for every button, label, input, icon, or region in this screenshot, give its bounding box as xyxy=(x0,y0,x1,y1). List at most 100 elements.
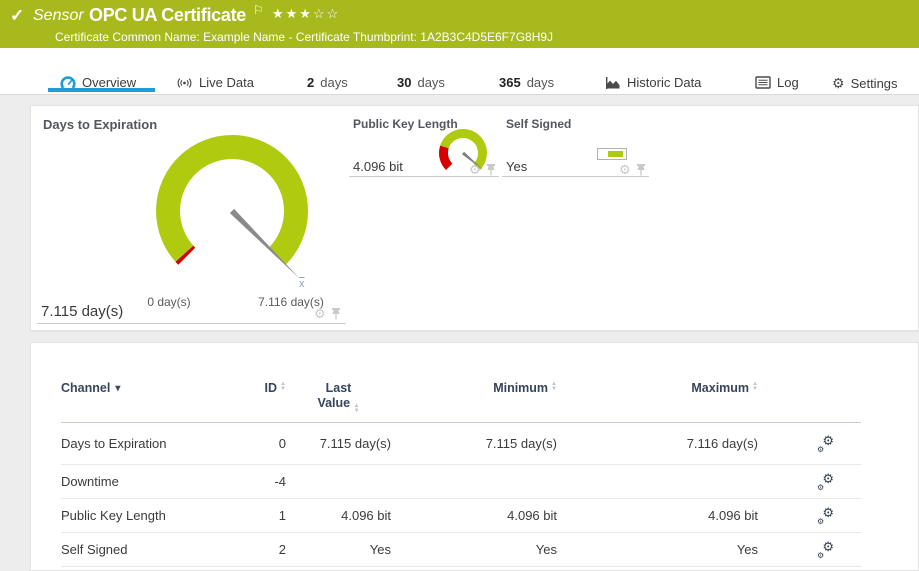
channel-maximum: 4.096 bit xyxy=(557,508,758,523)
table-header-row: Channel ▾ ID ▲▼ Last Value ▲▼ Minimum ▲▼… xyxy=(61,381,861,423)
pin-icon[interactable] xyxy=(486,163,496,176)
sensor-title: OPC UA Certificate xyxy=(89,5,246,26)
broadcast-icon xyxy=(176,76,193,90)
col-header-label: Last Value xyxy=(317,381,351,410)
pin-icon[interactable] xyxy=(636,163,646,176)
days-to-expiration-gauge xyxy=(149,128,315,298)
sort-icon: ▲▼ xyxy=(354,404,360,414)
gauge-value-days-to-expiration: 7.115 day(s) xyxy=(41,303,123,320)
tab-days-number: 365 xyxy=(499,75,521,90)
col-header-id[interactable]: ID ▲▼ xyxy=(226,381,286,395)
channel-name[interactable]: Self Signed xyxy=(61,542,226,557)
gauge-divider xyxy=(502,176,649,177)
channel-settings-icon[interactable]: ⚙⚙ xyxy=(817,508,834,524)
sensor-subtitle: Certificate Common Name: Example Name - … xyxy=(55,30,553,44)
channel-id: 0 xyxy=(226,436,286,451)
channel-id: 1 xyxy=(226,508,286,523)
gear-icon[interactable]: ⚙ xyxy=(314,308,326,320)
channel-last-value: 4.096 bit xyxy=(286,508,391,523)
log-list-icon xyxy=(755,76,771,89)
tab-days-number: 30 xyxy=(397,75,411,90)
gauge-divider xyxy=(37,323,346,324)
priority-stars[interactable]: ★★★☆☆ xyxy=(272,6,340,22)
channels-table: Channel ▾ ID ▲▼ Last Value ▲▼ Minimum ▲▼… xyxy=(61,381,861,567)
channel-last-value: Yes xyxy=(286,542,391,557)
tab-label: Live Data xyxy=(199,75,254,90)
gauge-footer-icons: ⚙ xyxy=(619,163,646,176)
status-ok-check-icon: ✓ xyxy=(10,6,24,26)
col-header-channel[interactable]: Channel ▾ xyxy=(61,381,226,395)
gear-icon[interactable]: ⚙ xyxy=(469,164,481,176)
sort-icon: ▲▼ xyxy=(752,382,758,392)
col-header-label: Maximum xyxy=(691,381,749,395)
gauge-value-public-key-length: 4.096 bit xyxy=(353,159,403,174)
channel-maximum: Yes xyxy=(557,542,758,557)
thumbprint-value: 1A2B3C4D5E6F7G8H9J xyxy=(420,30,553,44)
indicator-fill xyxy=(608,151,623,157)
gauge-title-self-signed: Self Signed xyxy=(506,117,571,131)
col-header-maximum[interactable]: Maximum ▲▼ xyxy=(557,381,758,395)
tab-days-unit: days xyxy=(320,75,347,90)
channel-name[interactable]: Days to Expiration xyxy=(61,436,226,451)
tab-historic-data[interactable]: Historic Data xyxy=(605,75,701,90)
channel-maximum: 7.116 day(s) xyxy=(557,436,758,451)
col-header-label: ID xyxy=(265,381,278,395)
tab-log[interactable]: Log xyxy=(755,75,799,90)
gear-icon: ⚙ xyxy=(832,75,845,92)
channel-minimum: 4.096 bit xyxy=(391,508,557,523)
gauge-footer-icons: ⚙ xyxy=(469,163,496,176)
col-header-last-value[interactable]: Last Value ▲▼ xyxy=(286,381,391,414)
gauge-scale-min: 0 day(s) xyxy=(124,295,214,309)
table-row[interactable]: Self Signed 2 Yes Yes Yes ⚙⚙ xyxy=(61,533,861,567)
tab-settings[interactable]: ⚙ Settings xyxy=(832,75,898,92)
table-row[interactable]: Downtime -4 ⚙⚙ xyxy=(61,465,861,499)
common-name-value: Example Name xyxy=(203,30,285,44)
gauge-divider xyxy=(349,176,499,177)
tab-2-days[interactable]: 2 days xyxy=(307,75,348,90)
tab-label: Historic Data xyxy=(627,75,701,90)
active-tab-indicator xyxy=(48,88,155,92)
channel-settings-icon[interactable]: ⚙⚙ xyxy=(817,436,834,452)
tab-365-days[interactable]: 365 days xyxy=(499,75,554,90)
channel-settings-icon[interactable]: ⚙⚙ xyxy=(817,542,834,558)
overview-gauges-panel: Days to Expiration 0 day(s) 7.116 day(s)… xyxy=(30,105,919,331)
area-chart-icon xyxy=(605,76,621,90)
sort-caret-icon: ▾ xyxy=(115,383,120,394)
channel-id: -4 xyxy=(226,474,286,489)
self-signed-indicator xyxy=(597,148,627,160)
sensor-header: ✓ Sensor OPC UA Certificate ⚐ ★★★☆☆ Cert… xyxy=(0,0,919,48)
tab-30-days[interactable]: 30 days xyxy=(397,75,445,90)
table-row[interactable]: Days to Expiration 0 7.115 day(s) 7.115 … xyxy=(61,423,861,465)
tab-days-number: 2 xyxy=(307,75,314,90)
channel-name[interactable]: Downtime xyxy=(61,474,226,489)
channel-name[interactable]: Public Key Length xyxy=(61,508,226,523)
channel-settings-icon[interactable]: ⚙⚙ xyxy=(817,474,834,490)
channel-last-value: 7.115 day(s) xyxy=(286,436,391,451)
table-row[interactable]: Public Key Length 1 4.096 bit 4.096 bit … xyxy=(61,499,861,533)
common-name-label: Certificate Common Name: xyxy=(55,30,200,44)
prtg-sensor-page: ✓ Sensor OPC UA Certificate ⚐ ★★★☆☆ Cert… xyxy=(0,0,919,571)
col-header-label: Channel xyxy=(61,381,110,395)
tab-live-data[interactable]: Live Data xyxy=(176,75,254,90)
tab-label: Settings xyxy=(851,76,898,91)
gauge-title-days-to-expiration: Days to Expiration xyxy=(43,117,157,132)
object-kind-label: Sensor xyxy=(33,7,84,25)
channels-panel: Channel ▾ ID ▲▼ Last Value ▲▼ Minimum ▲▼… xyxy=(30,342,919,571)
flag-icon[interactable]: ⚐ xyxy=(253,3,264,17)
tab-days-unit: days xyxy=(417,75,444,90)
gauge-footer-icons: ⚙ xyxy=(314,307,341,320)
thumbprint-label: Certificate Thumbprint: xyxy=(296,30,417,44)
gauge-value-self-signed: Yes xyxy=(506,159,527,174)
gear-icon[interactable]: ⚙ xyxy=(619,164,631,176)
mean-marker: x xyxy=(299,278,305,290)
tab-label: Log xyxy=(777,75,799,90)
channel-minimum: Yes xyxy=(391,542,557,557)
col-header-label: Minimum xyxy=(493,381,548,395)
channel-minimum: 7.115 day(s) xyxy=(391,436,557,451)
channel-id: 2 xyxy=(226,542,286,557)
tab-days-unit: days xyxy=(527,75,554,90)
col-header-minimum[interactable]: Minimum ▲▼ xyxy=(391,381,557,395)
tab-bar: Overview Live Data 2 days 30 days 365 da… xyxy=(0,48,919,95)
subtitle-separator: - xyxy=(288,30,292,44)
pin-icon[interactable] xyxy=(331,307,341,320)
